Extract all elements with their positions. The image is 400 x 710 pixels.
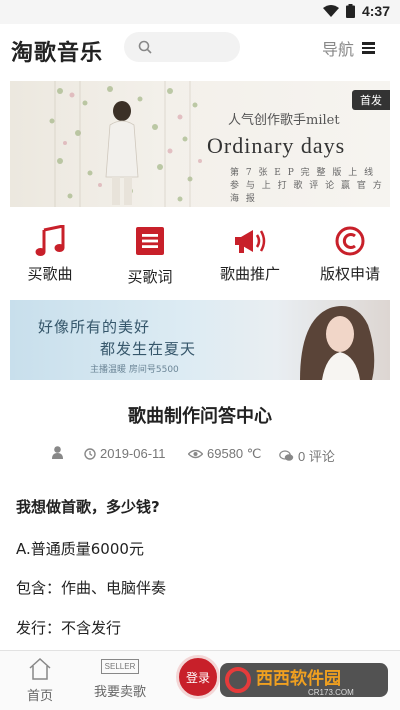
banner2-line1: 好像所有的美好 xyxy=(38,318,151,336)
views-meta: 69580 ℃ xyxy=(188,446,261,462)
article-line: A.普通质量6000元 xyxy=(16,540,144,558)
search-input[interactable] xyxy=(124,32,240,62)
banner-title: Ordinary days xyxy=(207,133,346,158)
category-buy-songs[interactable]: 买歌曲 xyxy=(0,224,100,288)
promo-banner-second[interactable]: 好像所有的美好 都发生在夏天 主播温暖 房间号5500 xyxy=(10,300,390,380)
category-copyright[interactable]: 版权申请 xyxy=(300,224,400,288)
category-song-promotion[interactable]: 歌曲推广 xyxy=(200,224,300,288)
banner-caption: 第 7 张 E P 完 整 版 上 线 参 与 上 打 歌 评 论 赢 官 方 … xyxy=(230,168,384,204)
svg-text:CR173.COM: CR173.COM xyxy=(308,688,354,697)
article-views: 69580 ℃ xyxy=(207,446,262,461)
comments-meta[interactable]: 0 评论 xyxy=(279,446,335,465)
status-time: 4:37 xyxy=(361,3,390,19)
megaphone-icon xyxy=(235,230,266,253)
category-label: 买歌词 xyxy=(127,268,173,286)
article-meta: 2019-06-11 69580 ℃ 0 评论 xyxy=(0,446,400,464)
article-line: 发行：不含发行 xyxy=(16,619,122,637)
nav-label: 导航 xyxy=(322,40,355,59)
nav-home[interactable]: 首页 xyxy=(20,651,60,710)
wifi-icon xyxy=(322,5,339,17)
battery-icon xyxy=(345,4,355,18)
article-date: 2019-06-11 xyxy=(100,446,166,461)
date-meta: 2019-06-11 xyxy=(84,446,166,461)
premiere-badge: 首发 xyxy=(352,90,390,110)
top-bar: 淘歌音乐 导航 xyxy=(0,24,400,74)
clock-icon xyxy=(84,447,96,460)
nav-sell-label: 我要卖歌 xyxy=(93,685,146,700)
category-label: 买歌曲 xyxy=(27,265,73,283)
music-note-icon xyxy=(35,225,65,256)
search-icon xyxy=(138,40,152,54)
nav-menu-button[interactable]: 导航 xyxy=(322,36,376,60)
home-icon xyxy=(29,657,51,680)
seller-icon: SELLER xyxy=(100,659,140,674)
list-icon xyxy=(136,227,164,255)
category-grid: 买歌曲 买歌词 歌曲推广 版权申请 xyxy=(0,224,400,288)
article-line: 包含：作曲、电脑伴奏 xyxy=(16,579,167,597)
comment-icon xyxy=(279,449,294,461)
article-comments: 0 评论 xyxy=(298,449,335,464)
category-label: 歌曲推广 xyxy=(219,265,280,283)
login-button[interactable]: 登录 xyxy=(176,655,220,699)
menu-icon xyxy=(362,40,376,56)
category-label: 版权申请 xyxy=(319,265,380,283)
app-title: 淘歌音乐 xyxy=(11,41,104,66)
svg-text:西西软件园: 西西软件园 xyxy=(256,668,341,689)
author-meta xyxy=(52,446,67,459)
promo-banner-top[interactable]: 首发 人气创作歌手milet Ordinary days 第 7 张 E P 完… xyxy=(10,81,390,207)
banner2-portrait xyxy=(300,306,375,380)
category-buy-lyrics[interactable]: 买歌词 xyxy=(100,224,200,288)
banner-artwork xyxy=(49,81,202,207)
status-bar: 4:37 xyxy=(0,0,400,24)
watermark-logo: 西西软件园 CR173.COM xyxy=(220,663,388,697)
banner2-line2: 都发生在夏天 xyxy=(100,340,197,358)
nav-sell-song[interactable]: SELLER 我要卖歌 xyxy=(90,651,150,710)
nav-home-label: 首页 xyxy=(26,689,53,704)
user-icon xyxy=(52,446,63,459)
copyright-icon xyxy=(335,226,365,256)
eye-icon xyxy=(188,449,203,459)
article-question: 我想做首歌，多少钱? xyxy=(16,498,160,516)
banner2-caption: 主播温暖 房间号5500 xyxy=(90,365,179,375)
banner-subtitle: 人气创作歌手milet xyxy=(228,113,340,128)
article-title: 歌曲制作问答中心 xyxy=(128,406,272,427)
